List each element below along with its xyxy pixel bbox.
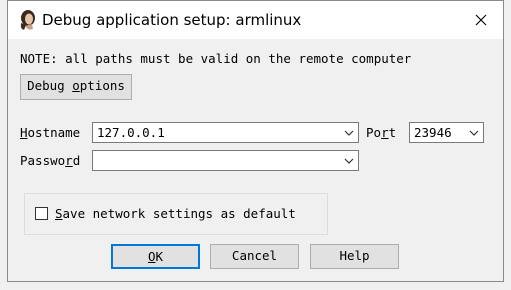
password-mnemonic: r — [65, 153, 73, 168]
hostname-label-rest: ostname — [27, 125, 81, 140]
password-label-suffix: d — [72, 153, 81, 168]
save-settings-mnemonic: S — [55, 206, 63, 221]
debug-options-label-prefix: Debug — [27, 78, 73, 93]
chevron-down-icon[interactable] — [343, 155, 355, 167]
password-combobox[interactable] — [92, 150, 359, 171]
debug-setup-dialog: Debug application setup: armlinux NOTE: … — [7, 0, 504, 282]
ida-icon — [20, 10, 35, 30]
hostname-label: Hostname — [20, 125, 80, 140]
close-button[interactable] — [459, 1, 503, 39]
port-combobox[interactable]: 23946 — [409, 122, 484, 143]
dialog-title: Debug application setup: armlinux — [42, 11, 302, 29]
close-icon — [475, 14, 487, 26]
save-settings-label-rest: ave network settings as default — [62, 206, 296, 221]
hostname-mnemonic: H — [20, 125, 28, 140]
save-settings-checkbox[interactable] — [35, 207, 48, 220]
ok-label-rest: K — [155, 249, 164, 264]
ok-mnemonic: O — [147, 249, 156, 264]
help-button[interactable]: Help — [310, 244, 399, 269]
ok-button[interactable]: OK — [111, 244, 200, 269]
remote-path-note: NOTE: all paths must be valid on the rem… — [20, 51, 412, 66]
port-label: Port — [366, 125, 396, 140]
save-settings-label[interactable]: Save network settings as default — [55, 206, 296, 221]
chevron-down-icon[interactable] — [343, 127, 355, 139]
debug-options-button[interactable]: Debug options — [20, 74, 132, 100]
cancel-button[interactable]: Cancel — [210, 244, 299, 269]
hostname-value: 127.0.0.1 — [97, 125, 165, 140]
port-label-prefix: Po — [366, 125, 382, 140]
chevron-down-icon[interactable] — [468, 127, 480, 139]
debug-options-mnemonic: o — [72, 78, 80, 93]
save-settings-group: Save network settings as default — [24, 193, 328, 235]
title-bar: Debug application setup: armlinux — [8, 1, 503, 39]
password-label: Password — [20, 153, 80, 168]
hostname-combobox[interactable]: 127.0.0.1 — [92, 122, 359, 143]
port-mnemonic: r — [381, 125, 389, 140]
port-label-suffix: t — [388, 125, 397, 140]
port-value: 23946 — [414, 125, 452, 140]
debug-options-label-suffix: ptions — [79, 78, 125, 93]
password-label-prefix: Passwo — [20, 153, 66, 168]
